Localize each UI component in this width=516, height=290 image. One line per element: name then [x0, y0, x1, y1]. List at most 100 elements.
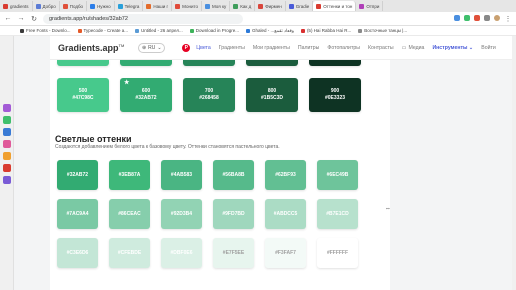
page-scrollbar[interactable]	[512, 36, 516, 290]
extension-icon[interactable]	[474, 14, 480, 21]
browser-tab[interactable]: Фирмен	[255, 1, 286, 11]
color-swatch[interactable]: #6EC49B	[317, 160, 358, 190]
swatch-hex: #7AC9A4	[66, 210, 89, 217]
reload-icon[interactable]: ↻	[30, 15, 38, 23]
bookmark-label: Typecode - Create a...	[83, 28, 129, 33]
browser-tab[interactable]: Отпри	[356, 1, 384, 11]
extension-icon[interactable]	[484, 14, 490, 21]
forward-icon[interactable]: →	[17, 15, 25, 22]
color-swatch[interactable]: 500 #47C98C	[57, 78, 109, 112]
bookmark-item[interactable]: Восточные танцы |...	[358, 28, 407, 33]
color-swatch[interactable]: #7AC9A4	[57, 199, 98, 229]
extension-icon[interactable]	[454, 14, 460, 21]
tab-label: Подбо	[69, 3, 84, 9]
bookmarks-bar: Free Fonts - Downlo... Typecode - Create …	[0, 26, 516, 36]
bookmark-item[interactable]: Download in Progre...	[189, 28, 239, 33]
nav-media[interactable]: ▭ Медиа	[402, 45, 425, 51]
tab-label: gradients	[10, 3, 29, 9]
sidebar-app-icon[interactable]	[3, 128, 11, 136]
bookmark-favicon-icon	[300, 28, 305, 33]
color-swatch[interactable]: #56BA8B	[213, 160, 254, 190]
browser-tab[interactable]: Добро	[33, 1, 60, 11]
bookmark-item[interactable]: Untitled - 26 апрел...	[135, 28, 183, 33]
sidebar-app-icon[interactable]	[3, 104, 11, 112]
color-swatch[interactable]: #9FD7BD	[213, 199, 254, 229]
color-swatch[interactable]	[57, 60, 109, 66]
swatch-hex: #C3E6D6	[66, 249, 89, 256]
tab-favicon-icon	[359, 3, 365, 9]
extension-icons: ⋮	[454, 14, 512, 23]
bookmark-item[interactable]: (5) Hai Rabba Hai R...	[300, 28, 351, 33]
nav-my-gradients[interactable]: Мои градиенты	[253, 45, 290, 51]
color-swatch[interactable]	[246, 60, 298, 66]
bookmark-item[interactable]: Ghaled - ...وقعاد تقمع	[246, 28, 294, 34]
nav-photo-palettes[interactable]: Фотопалитры	[327, 45, 360, 51]
pinterest-icon[interactable]: P	[182, 43, 191, 52]
back-icon[interactable]: ←	[4, 15, 12, 22]
color-swatch[interactable]: 700 #268458	[183, 78, 235, 112]
color-swatch[interactable]: ★ 600 #32AB72	[120, 78, 172, 112]
color-swatch[interactable]: #4AB583	[161, 160, 202, 190]
login-link[interactable]: Войти	[481, 45, 496, 51]
swatch-hex: #9FD7BD	[222, 210, 245, 217]
color-swatch[interactable]: #CFEBDE	[109, 238, 150, 268]
nav-tools[interactable]: Инструменты ⌄	[432, 45, 473, 51]
tab-label: Монито	[182, 3, 198, 9]
nav-colors[interactable]: Цвета	[196, 45, 210, 51]
color-swatch[interactable]: #FFFFFF	[317, 238, 358, 268]
browser-menu-icon[interactable]: ⋮	[504, 15, 512, 23]
browser-tab-strip: gradients Добро Подбо Нужно Telegra Наши г Мон…	[0, 0, 516, 12]
nav-contrasts[interactable]: Контрасты	[368, 45, 394, 51]
sidebar-app-icon[interactable]	[3, 164, 11, 172]
extension-icon[interactable]	[464, 14, 470, 21]
browser-tab[interactable]: Оттенки и тон	[313, 1, 357, 11]
nav-gradients[interactable]: Градиенты	[219, 45, 245, 51]
language-selector[interactable]: ⊕ RU ⌄	[138, 42, 166, 53]
color-swatch[interactable]: #62BF93	[265, 160, 306, 190]
tab-favicon-icon	[233, 3, 239, 9]
tab-label: Отпри	[366, 3, 380, 9]
bookmark-favicon-icon	[77, 28, 82, 33]
browser-tab[interactable]: Telegra	[115, 1, 144, 11]
swatch-hex: #ABDCC5	[273, 210, 298, 217]
color-swatch[interactable]: #32AB72	[57, 160, 98, 190]
color-swatch[interactable]: #86CEAC	[109, 199, 150, 229]
chevron-down-icon: ⌄	[157, 44, 162, 51]
sidebar-app-icon[interactable]	[3, 140, 11, 148]
browser-tab[interactable]: Нужно	[87, 1, 115, 11]
browser-tab[interactable]: Как д	[230, 1, 256, 11]
color-swatch[interactable]	[309, 60, 361, 66]
browser-tab[interactable]: Gradie	[286, 1, 314, 11]
color-swatch[interactable]: #DBF0E6	[161, 238, 202, 268]
browser-tab[interactable]: Подбо	[60, 1, 88, 11]
sidebar-app-icon[interactable]	[3, 176, 11, 184]
color-swatch[interactable]: #ABDCC5	[265, 199, 306, 229]
browser-tab[interactable]: Наши г	[143, 1, 173, 11]
nav-palettes[interactable]: Палитры	[298, 45, 320, 51]
tab-favicon-icon	[62, 3, 68, 9]
bookmark-item[interactable]: Free Fonts - Downlo...	[20, 28, 71, 33]
color-swatch[interactable]: #E7F5EE	[213, 238, 254, 268]
swatch-hex: #E7F5EE	[222, 249, 245, 256]
color-swatch[interactable]: #3EB87A	[109, 160, 150, 190]
color-swatch[interactable]	[120, 60, 172, 66]
color-swatch[interactable]: #F3FAF7	[265, 238, 306, 268]
swatch-hex: #56BA8B	[222, 171, 245, 178]
sidebar-app-icon[interactable]	[3, 116, 11, 124]
profile-avatar-icon[interactable]	[494, 14, 500, 21]
color-swatch[interactable]: 800 #1B5C3D	[246, 78, 298, 112]
swatch-number: 600	[141, 88, 151, 94]
url-field[interactable]: gradients.app/ru/shades/32ab72	[43, 13, 243, 24]
site-logo[interactable]: Gradients.appTM	[58, 43, 124, 53]
color-swatch[interactable]: #92D3B4	[161, 199, 202, 229]
color-swatch[interactable]: #B7E1CD	[317, 199, 358, 229]
bookmark-item[interactable]: Typecode - Create a...	[77, 28, 129, 33]
color-swatch[interactable]: #C3E6D6	[57, 238, 98, 268]
sidebar-app-icon[interactable]	[3, 152, 11, 160]
color-swatch[interactable]	[183, 60, 235, 66]
browser-tab[interactable]: Монито	[172, 1, 202, 11]
browser-tab[interactable]: gradients	[0, 1, 33, 11]
browser-tab[interactable]: Моя ку	[202, 1, 231, 11]
tab-favicon-icon	[258, 3, 264, 9]
color-swatch[interactable]: 900 #0E3323	[309, 78, 361, 112]
